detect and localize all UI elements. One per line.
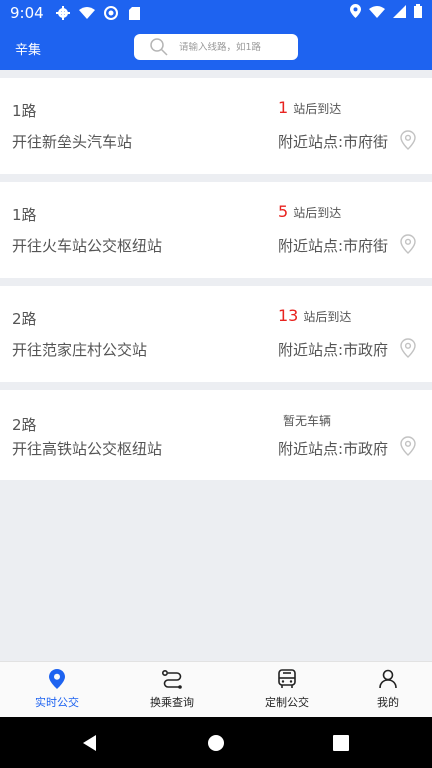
user-icon (377, 668, 399, 690)
status-time: 9:04 (10, 4, 44, 22)
arrival-count: 13 (278, 306, 299, 325)
tab-label: 实时公交 (35, 696, 79, 709)
sd-card-icon (126, 6, 144, 20)
nearby-stop: 附近站点:市府街 (278, 237, 389, 255)
bottom-tab-bar: 实时公交 换乘查询 定制公交 我的 (0, 661, 432, 717)
arrival-suffix: 站后到达 (303, 310, 352, 324)
arrival-suffix: 站后到达 (293, 206, 342, 220)
tab-custom-bus[interactable]: 定制公交 (247, 668, 327, 710)
tab-label: 我的 (377, 696, 399, 709)
tab-realtime-bus[interactable]: 实时公交 (17, 668, 97, 710)
nearby-stop: 附近站点:市府街 (278, 133, 389, 151)
bus-icon (276, 668, 298, 690)
wifi-icon (369, 4, 385, 22)
tab-label: 换乘查询 (150, 696, 194, 709)
route-name: 2路 (12, 310, 37, 328)
arrival-info: 暂无车辆 (278, 412, 331, 429)
search-box[interactable] (134, 34, 298, 60)
battery-icon (414, 4, 422, 22)
route-name: 2路 (12, 416, 37, 434)
route-destination: 开往高铁站公交枢纽站 (12, 440, 163, 458)
route-destination: 开往新垒头汽车站 (12, 133, 133, 151)
back-icon[interactable] (80, 733, 100, 753)
arrival-info: 1 站后到达 (278, 98, 341, 117)
search-input[interactable] (179, 41, 289, 53)
status-bar: 9:04 (0, 0, 432, 26)
arrival-count: 5 (278, 202, 289, 221)
route-destination: 开往火车站公交枢纽站 (12, 237, 163, 255)
tab-transfer-query[interactable]: 换乘查询 (132, 668, 212, 710)
arrival-count: 1 (278, 98, 289, 117)
transfer-route-icon (161, 668, 183, 690)
bus-card[interactable]: 1路 开往火车站公交枢纽站 5 站后到达 附近站点:市府街 (0, 182, 432, 278)
status-right-icons (350, 4, 422, 22)
route-name: 1路 (12, 102, 37, 120)
app-header: 辛集 (0, 26, 432, 70)
map-pin-icon[interactable] (400, 234, 416, 254)
tab-label: 定制公交 (265, 696, 309, 709)
nearby-stop: 附近站点:市政府 (278, 440, 389, 458)
signal-icon (393, 4, 406, 22)
wifi-question-icon (78, 6, 96, 20)
search-icon (149, 37, 169, 57)
bus-card[interactable]: 2路 开往范家庄村公交站 13 站后到达 附近站点:市政府 (0, 286, 432, 382)
arrival-suffix: 站后到达 (293, 102, 342, 116)
nearby-stop: 附近站点:市政府 (278, 341, 389, 359)
system-nav-bar (0, 717, 432, 768)
city-selector[interactable]: 辛集 (15, 39, 135, 58)
map-pin-icon[interactable] (400, 130, 416, 150)
home-icon[interactable] (206, 733, 226, 753)
vpn-icon (102, 6, 120, 20)
location-pin-icon (46, 668, 68, 690)
route-name: 1路 (12, 206, 37, 224)
bus-card[interactable]: 1路 开往新垒头汽车站 1 站后到达 附近站点:市府街 (0, 78, 432, 174)
settings-icon (54, 6, 72, 20)
route-destination: 开往范家庄村公交站 (12, 341, 148, 359)
bus-card[interactable]: 2路 开往高铁站公交枢纽站 暂无车辆 附近站点:市政府 (0, 390, 432, 480)
location-status-icon (350, 4, 361, 22)
arrival-info: 5 站后到达 (278, 202, 341, 221)
tab-mine[interactable]: 我的 (348, 668, 428, 710)
recents-icon[interactable] (331, 733, 351, 753)
map-pin-icon[interactable] (400, 436, 416, 456)
arrival-suffix: 暂无车辆 (283, 414, 332, 428)
map-pin-icon[interactable] (400, 338, 416, 358)
arrival-info: 13 站后到达 (278, 306, 351, 325)
